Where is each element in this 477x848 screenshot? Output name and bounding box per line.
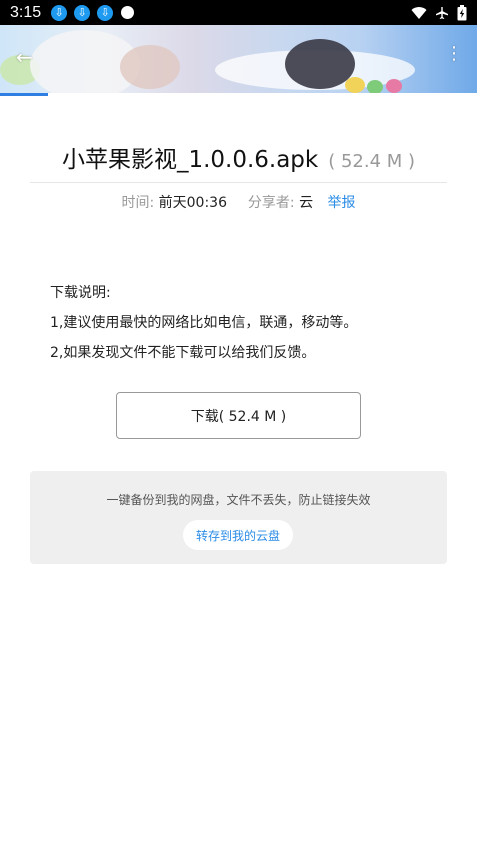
file-meta: 时间: 前天00:36 分享者: 云 举报 (0, 192, 477, 212)
save-tip: 一键备份到我的网盘，文件不丢失，防止链接失效 (106, 493, 371, 507)
sharer-label: 分享者: (247, 195, 295, 211)
sharer-value: 云 (299, 195, 314, 211)
save-to-cloud-button[interactable]: 转存到我的云盘 (183, 520, 293, 550)
report-link[interactable]: 举报 (328, 195, 356, 211)
notes-line-2: 2,如果发现文件不能下载可以给我们反馈。 (50, 345, 316, 361)
download-notes: 下载说明: 1,建议使用最快的网络比如电信，联通，移动等。 2,如果发现文件不能… (50, 278, 357, 368)
status-bar: 3:15 ⇩ ⇩ ⇩ (0, 0, 477, 25)
notes-heading: 下载说明: (50, 285, 111, 301)
time-value: 前天00:36 (158, 195, 227, 211)
download-icon: ⇩ (74, 4, 91, 21)
file-size: ( 52.4 M ) (328, 151, 416, 172)
file-title-row: 小苹果影视_1.0.0.6.apk ( 52.4 M ) (0, 140, 477, 174)
divider (30, 182, 447, 183)
header-banner: ← ⋮ (0, 25, 477, 93)
download-icon: ⇩ (97, 4, 114, 21)
progress-fill (0, 93, 48, 96)
time-label: 时间: (121, 195, 155, 211)
file-name: 小苹果影视_1.0.0.6.apk (61, 147, 319, 173)
airplane-icon (436, 6, 448, 19)
back-arrow-icon[interactable]: ← (16, 47, 33, 67)
wifi-icon (411, 6, 427, 19)
dot-icon (121, 6, 135, 19)
status-time: 3:15 (10, 3, 42, 21)
more-options-icon[interactable]: ⋮ (445, 45, 463, 63)
notes-line-1: 1,建议使用最快的网络比如电信，联通，移动等。 (50, 315, 358, 331)
page-loading-progress (0, 93, 477, 96)
battery-icon (457, 4, 467, 20)
save-to-cloud-panel: 一键备份到我的网盘，文件不丢失，防止链接失效 转存到我的云盘 (30, 471, 447, 564)
download-icon: ⇩ (51, 4, 68, 21)
download-button[interactable]: 下载( 52.4 M ) (116, 392, 361, 439)
